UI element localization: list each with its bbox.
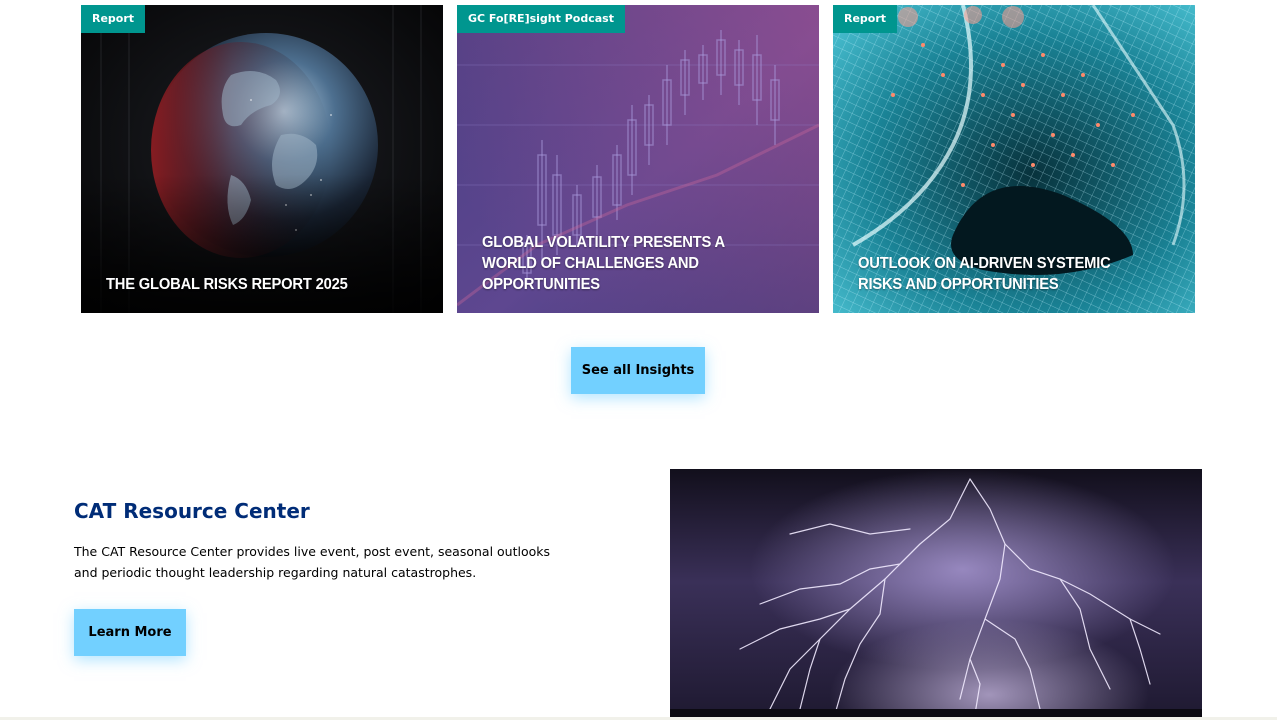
card-title[interactable]: GLOBAL VOLATILITY PRESENTS A WORLD OF CH… [482, 232, 774, 295]
insight-card-global-volatility[interactable]: GC Fo[RE]sight Podcast GLOBAL VOLATILITY… [457, 5, 819, 313]
see-all-insights-button[interactable]: See all Insights [571, 347, 705, 394]
card-badge: Report [81, 5, 146, 33]
cat-resource-center-description: The CAT Resource Center provides live ev… [74, 544, 551, 580]
lightning-storm-image [670, 469, 1202, 720]
card-badge: Report [833, 5, 898, 33]
card-title[interactable]: THE GLOBAL RISKS REPORT 2025 [106, 274, 398, 295]
page: Report THE GLOBAL RISKS REPORT 2025 GC F… [0, 0, 1277, 720]
card-title[interactable]: OUTLOOK ON AI-DRIVEN SYSTEMIC RISKS AND … [858, 253, 1150, 295]
card-badge: GC Fo[RE]sight Podcast [457, 5, 625, 33]
cat-resource-center-heading: CAT Resource Center [74, 499, 310, 523]
globe-image [81, 5, 443, 313]
insight-card-ai-systemic-risks[interactable]: Report OUTLOOK ON AI-DRIVEN SYSTEMIC RIS… [833, 5, 1195, 313]
learn-more-button[interactable]: Learn More [74, 609, 186, 656]
insight-card-global-risks[interactable]: Report THE GLOBAL RISKS REPORT 2025 [81, 5, 443, 313]
